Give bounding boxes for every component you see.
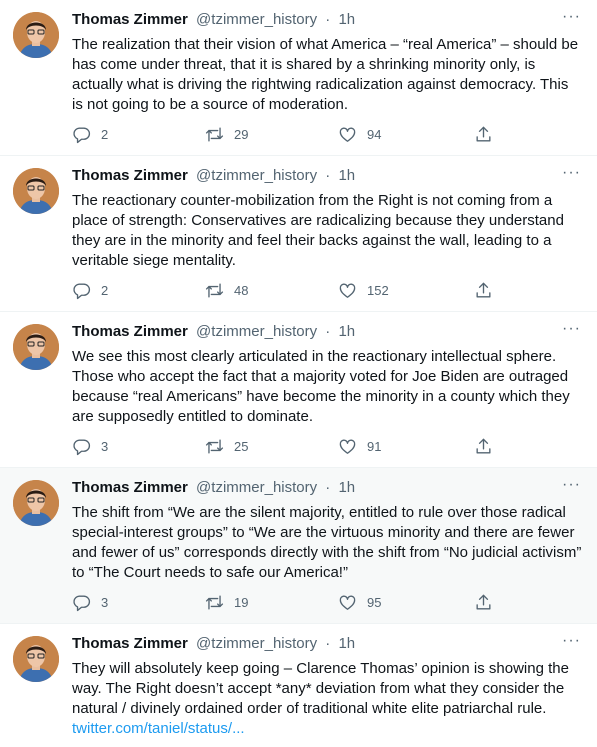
more-dots-icon[interactable]: ···: [562, 477, 581, 493]
reply-count: 2: [101, 126, 109, 142]
tweet-text: The reactionary counter-mobilization fro…: [72, 192, 564, 269]
share-icon: [476, 438, 491, 454]
retweet-button[interactable]: 29: [205, 122, 248, 146]
heart-icon: [339, 126, 356, 142]
tweet-text: They will absolutely keep going – Claren…: [72, 659, 582, 739]
more-dots-icon[interactable]: ···: [562, 165, 581, 181]
heart-icon: [339, 594, 356, 610]
author-name[interactable]: Thomas Zimmer: [72, 167, 188, 184]
tweet[interactable]: Thomas Zimmer @tzimmer_history · 1h ··· …: [0, 156, 597, 312]
share-button[interactable]: [474, 434, 503, 458]
avatar[interactable]: [13, 480, 59, 526]
reply-icon: [73, 126, 91, 143]
share-button[interactable]: [474, 278, 503, 302]
separator: ·: [325, 167, 331, 184]
separator: ·: [325, 323, 331, 340]
author-handle[interactable]: @tzimmer_history: [196, 323, 317, 340]
author-name[interactable]: Thomas Zimmer: [72, 635, 188, 652]
tweet-actions: 3 25 91: [72, 434, 512, 458]
avatar[interactable]: [13, 12, 59, 58]
share-icon: [476, 126, 491, 142]
tweet[interactable]: Thomas Zimmer @tzimmer_history · 1h ··· …: [0, 0, 597, 156]
more-dots-icon[interactable]: ···: [562, 633, 581, 649]
timestamp[interactable]: 1h: [338, 635, 355, 652]
retweet-button[interactable]: 48: [205, 278, 248, 302]
like-count: 94: [367, 126, 382, 142]
tweet-header: Thomas Zimmer @tzimmer_history · 1h: [72, 323, 557, 341]
retweet-icon: [205, 126, 224, 142]
retweet-button[interactable]: 19: [205, 590, 248, 614]
more-dots-icon[interactable]: ···: [562, 9, 581, 25]
reply-button[interactable]: 2: [72, 278, 108, 302]
tweet-header: Thomas Zimmer @tzimmer_history · 1h: [72, 11, 557, 29]
like-button[interactable]: 94: [338, 122, 381, 146]
timestamp[interactable]: 1h: [338, 11, 355, 28]
tweet[interactable]: Thomas Zimmer @tzimmer_history · 1h ··· …: [0, 624, 597, 747]
author-name[interactable]: Thomas Zimmer: [72, 11, 188, 28]
reply-button[interactable]: 3: [72, 590, 108, 614]
reply-count: 3: [101, 438, 109, 454]
author-name[interactable]: Thomas Zimmer: [72, 323, 188, 340]
retweet-count: 29: [234, 126, 249, 142]
timestamp[interactable]: 1h: [338, 323, 355, 340]
reply-button[interactable]: 3: [72, 434, 108, 458]
avatar[interactable]: [13, 324, 59, 370]
author-handle[interactable]: @tzimmer_history: [196, 167, 317, 184]
retweet-button[interactable]: 25: [205, 434, 248, 458]
tweet-header: Thomas Zimmer @tzimmer_history · 1h: [72, 635, 557, 653]
like-button[interactable]: 152: [338, 278, 389, 302]
separator: ·: [325, 635, 331, 652]
retweet-icon: [205, 438, 224, 454]
separator: ·: [325, 11, 331, 28]
tweet-link[interactable]: twitter.com/taniel/status/...: [72, 719, 582, 739]
retweet-count: 25: [234, 438, 249, 454]
tweet-text: The realization that their vision of wha…: [72, 36, 579, 113]
share-icon: [476, 594, 491, 610]
heart-icon: [339, 282, 356, 298]
tweet-actions: 3 19 95: [72, 590, 512, 614]
reply-button[interactable]: 2: [72, 122, 108, 146]
reply-icon: [73, 438, 91, 455]
share-icon: [476, 282, 491, 298]
avatar[interactable]: [13, 168, 59, 214]
tweet-actions: 2 29 94: [72, 122, 512, 146]
tweet-thread: Thomas Zimmer @tzimmer_history · 1h ··· …: [0, 0, 597, 747]
tweet-header: Thomas Zimmer @tzimmer_history · 1h: [72, 167, 557, 185]
like-count: 95: [367, 594, 382, 610]
retweet-icon: [205, 282, 224, 298]
tweet[interactable]: Thomas Zimmer @tzimmer_history · 1h ··· …: [0, 312, 597, 468]
reply-count: 3: [101, 594, 109, 610]
like-button[interactable]: 95: [338, 590, 381, 614]
author-name[interactable]: Thomas Zimmer: [72, 479, 188, 496]
reply-count: 2: [101, 282, 109, 298]
tweet[interactable]: Thomas Zimmer @tzimmer_history · 1h ··· …: [0, 468, 597, 624]
heart-icon: [339, 438, 356, 454]
retweet-count: 19: [234, 594, 249, 610]
tweet-actions: 2 48 152: [72, 278, 512, 302]
share-button[interactable]: [474, 590, 503, 614]
reply-icon: [73, 282, 91, 299]
author-handle[interactable]: @tzimmer_history: [196, 11, 317, 28]
tweet-text: We see this most clearly articulated in …: [72, 348, 570, 425]
reply-icon: [73, 594, 91, 611]
like-count: 152: [367, 282, 389, 298]
retweet-count: 48: [234, 282, 249, 298]
timestamp[interactable]: 1h: [338, 167, 355, 184]
tweet-text: The shift from “We are the silent majori…: [72, 504, 582, 581]
more-dots-icon[interactable]: ···: [562, 321, 581, 337]
tweet-body: They will absolutely keep going – Claren…: [72, 660, 569, 717]
timestamp[interactable]: 1h: [338, 479, 355, 496]
retweet-icon: [205, 594, 224, 610]
like-button[interactable]: 91: [338, 434, 381, 458]
avatar[interactable]: [13, 636, 59, 682]
share-button[interactable]: [474, 122, 503, 146]
like-count: 91: [367, 438, 382, 454]
separator: ·: [325, 479, 331, 496]
tweet-header: Thomas Zimmer @tzimmer_history · 1h: [72, 479, 557, 497]
author-handle[interactable]: @tzimmer_history: [196, 479, 317, 496]
author-handle[interactable]: @tzimmer_history: [196, 635, 317, 652]
